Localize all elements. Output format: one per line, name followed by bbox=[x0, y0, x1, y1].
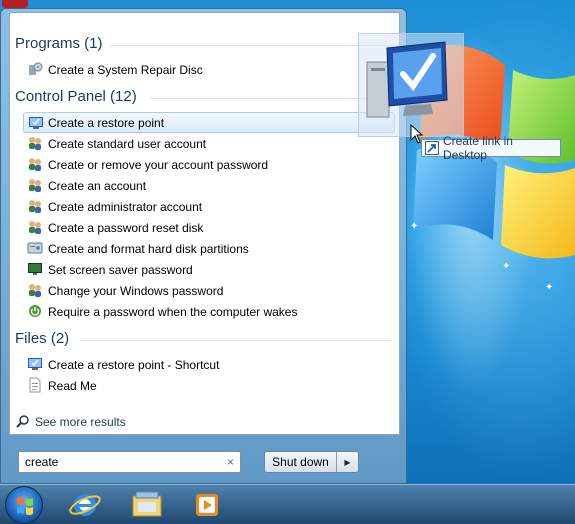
taskbar bbox=[0, 484, 575, 524]
user-accounts-icon bbox=[29, 137, 41, 150]
result-label: Set screen saver password bbox=[48, 262, 193, 277]
search-icon bbox=[16, 415, 29, 428]
sparkle-icon: ✦ bbox=[545, 282, 554, 293]
result-label: Create administrator account bbox=[48, 199, 203, 214]
sparkle-icon: ✦ bbox=[410, 221, 419, 232]
shut-down-button[interactable]: Shut down bbox=[265, 455, 336, 469]
media-player-icon[interactable] bbox=[191, 488, 225, 522]
result-create-restore-point-shortcut[interactable]: Create a restore point - Shortcut bbox=[23, 354, 395, 375]
result-label: Create and format hard disk partitions bbox=[48, 241, 249, 256]
system-restore-icon bbox=[28, 358, 42, 370]
internet-explorer-icon[interactable] bbox=[68, 488, 102, 522]
result-label: Read Me bbox=[48, 378, 97, 393]
result-label: Require a password when the computer wak… bbox=[48, 304, 298, 319]
link-arrow-icon bbox=[425, 141, 439, 155]
windows-explorer-icon[interactable] bbox=[130, 488, 164, 522]
system-restore-icon bbox=[29, 117, 43, 129]
result-change-windows-password[interactable]: Change your Windows password bbox=[23, 280, 395, 301]
result-label: Create or remove your account password bbox=[48, 157, 269, 172]
see-more-label: See more results bbox=[35, 415, 126, 429]
group-header-files: Files (2) bbox=[15, 330, 70, 347]
disk-management-icon bbox=[27, 242, 43, 254]
clear-search-icon[interactable]: × bbox=[227, 455, 234, 469]
power-options-icon bbox=[29, 305, 41, 317]
result-label: Create a password reset disk bbox=[48, 220, 204, 235]
group-header-programs: Programs (1) bbox=[15, 35, 103, 52]
desktop-shortcut-icon[interactable] bbox=[2, 0, 28, 8]
start-orb[interactable] bbox=[5, 486, 43, 524]
result-create-an-account[interactable]: Create an account bbox=[23, 175, 395, 196]
start-search-input[interactable]: create × bbox=[18, 451, 241, 473]
user-accounts-icon bbox=[29, 158, 41, 171]
user-accounts-icon bbox=[29, 200, 41, 213]
search-results-pane: Programs (1) Create a System Repair Disc… bbox=[9, 12, 400, 435]
result-set-screen-saver-password[interactable]: Set screen saver password bbox=[23, 259, 395, 280]
result-create-a-restore-point[interactable]: Create a restore point bbox=[23, 112, 395, 133]
user-accounts-icon bbox=[29, 221, 41, 234]
user-accounts-icon bbox=[29, 284, 41, 297]
result-label: Create a System Repair Disc bbox=[48, 62, 203, 77]
text-document-icon bbox=[29, 377, 41, 393]
repair-disc-icon bbox=[29, 62, 43, 75]
result-label: Create standard user account bbox=[48, 136, 207, 151]
result-label: Create an account bbox=[48, 178, 147, 193]
divider bbox=[150, 98, 391, 99]
result-create-standard-user-account[interactable]: Create standard user account bbox=[23, 133, 395, 154]
result-create-or-remove-password[interactable]: Create or remove your account password bbox=[23, 154, 395, 175]
divider bbox=[80, 340, 391, 341]
screen-saver-icon bbox=[28, 263, 42, 275]
sparkle-icon: ✦ bbox=[502, 261, 511, 272]
drag-ghost bbox=[358, 33, 464, 137]
result-create-and-format-partitions[interactable]: Create and format hard disk partitions bbox=[23, 238, 395, 259]
group-header-control-panel: Control Panel (12) bbox=[15, 88, 137, 105]
see-more-results-link[interactable]: See more results bbox=[15, 413, 126, 431]
result-create-system-repair-disc[interactable]: Create a System Repair Disc bbox=[23, 59, 395, 80]
result-create-administrator-account[interactable]: Create administrator account bbox=[23, 196, 395, 217]
result-label: Create a restore point - Shortcut bbox=[48, 357, 220, 372]
result-read-me[interactable]: Read Me bbox=[23, 375, 395, 396]
user-accounts-icon bbox=[29, 179, 41, 192]
result-label: Change your Windows password bbox=[48, 283, 224, 298]
drag-drop-tooltip: Create link in Desktop bbox=[421, 134, 561, 162]
drag-drop-tooltip-label: Create link in Desktop bbox=[442, 134, 513, 162]
shut-down-button-group: Shut down ▶ bbox=[264, 451, 359, 473]
search-query: create bbox=[25, 455, 59, 469]
result-label: Create a restore point bbox=[48, 115, 165, 130]
shut-down-options-arrow-icon[interactable]: ▶ bbox=[337, 458, 358, 467]
result-create-password-reset-disk[interactable]: Create a password reset disk bbox=[23, 217, 395, 238]
system-restore-icon bbox=[366, 41, 448, 118]
windows-logo-icon bbox=[17, 497, 33, 515]
start-menu: Programs (1) Create a System Repair Disc… bbox=[0, 8, 407, 484]
result-require-password-on-wake[interactable]: Require a password when the computer wak… bbox=[23, 301, 395, 322]
divider bbox=[110, 45, 391, 46]
